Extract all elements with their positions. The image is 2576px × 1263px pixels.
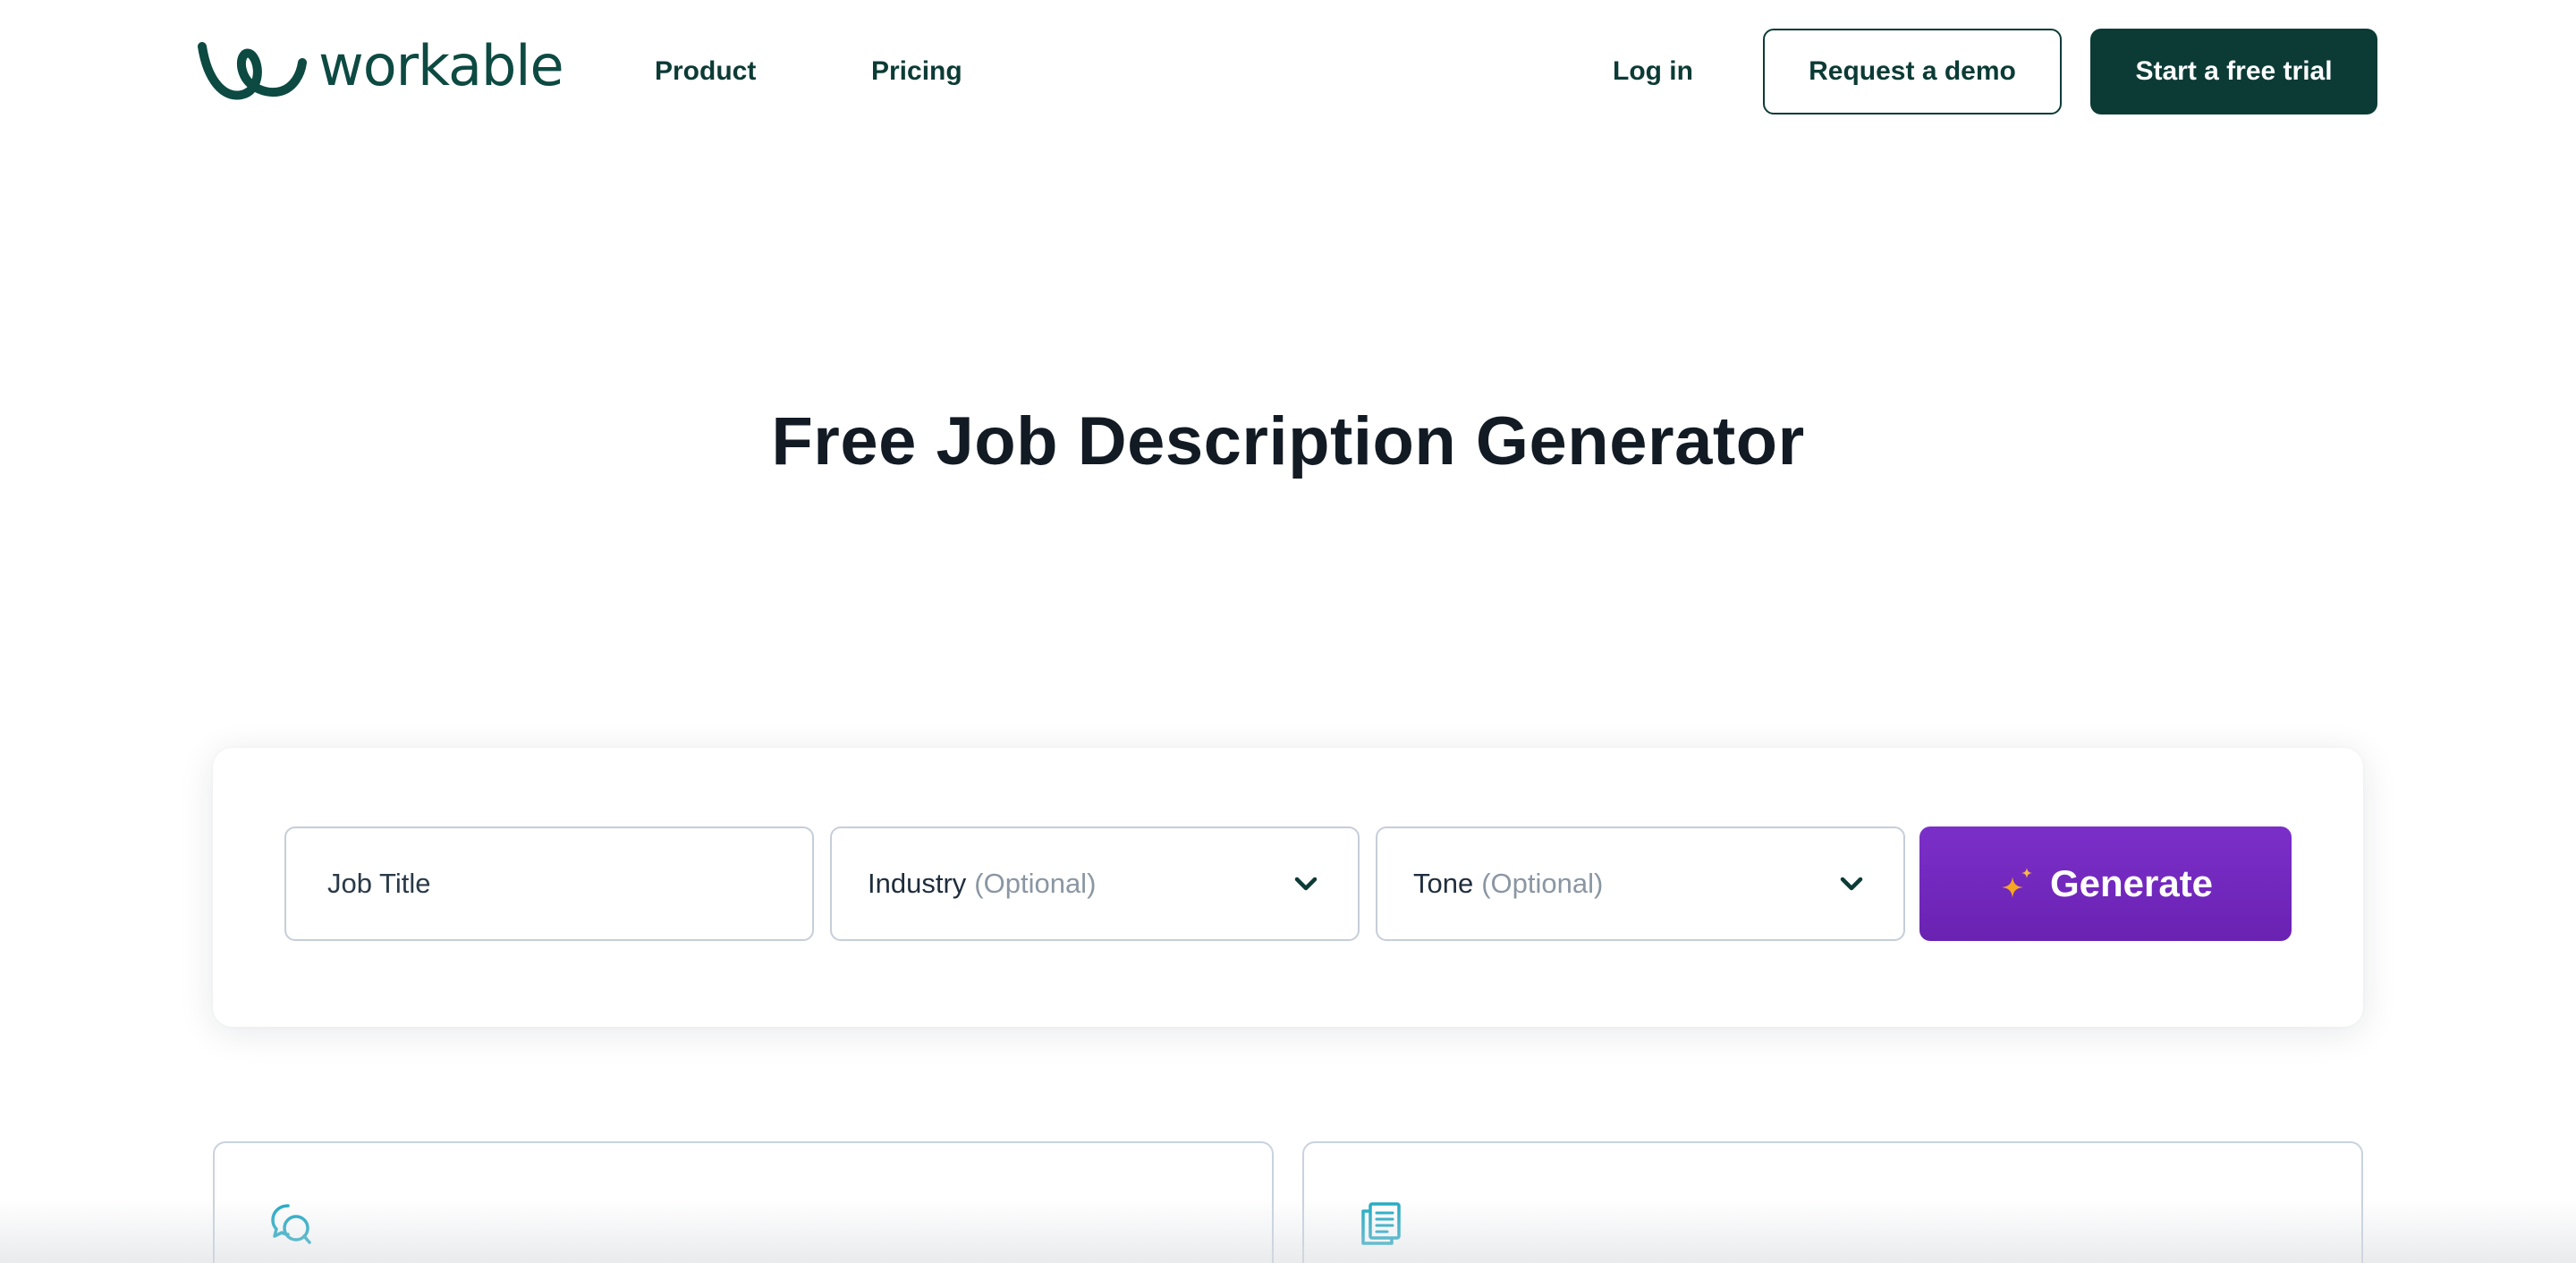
chevron-down-icon [1840,877,1863,891]
industry-optional-hint: (Optional) [974,868,1097,899]
tone-optional-hint: (Optional) [1481,868,1604,899]
page: workable Product Pricing Log in Request … [0,0,2576,1263]
nav-product[interactable]: Product [655,55,756,88]
request-demo-button[interactable]: Request a demo [1763,29,2062,114]
workable-logo-icon [198,42,307,100]
start-free-trial-button[interactable]: Start a free trial [2090,29,2377,114]
feature-card-left [213,1141,1274,1263]
sparkle-icon [2001,868,2032,898]
nav-login[interactable]: Log in [1613,55,1693,88]
generate-button[interactable]: Generate [1919,826,2292,941]
tone-select[interactable]: Tone (Optional) [1376,826,1905,941]
chevron-down-icon [1294,877,1318,891]
workable-logo[interactable]: workable [197,36,564,104]
site-header: workable Product Pricing Log in Request … [0,0,2576,143]
feature-card-right [1302,1141,2363,1263]
workable-wordmark: workable [318,33,564,98]
page-title: Free Job Description Generator [771,403,1805,479]
industry-select[interactable]: Industry (Optional) [830,826,1360,941]
industry-label: Industry [868,868,967,899]
generator-card: Industry (Optional) Tone (Optional) Gene… [213,748,2363,1027]
documents-icon [1361,1202,1401,1245]
generate-button-label: Generate [2049,862,2214,904]
chat-bubbles-icon [271,1204,311,1244]
tone-label: Tone [1413,868,1474,899]
job-title-input[interactable] [284,826,814,941]
nav-pricing[interactable]: Pricing [871,55,962,88]
